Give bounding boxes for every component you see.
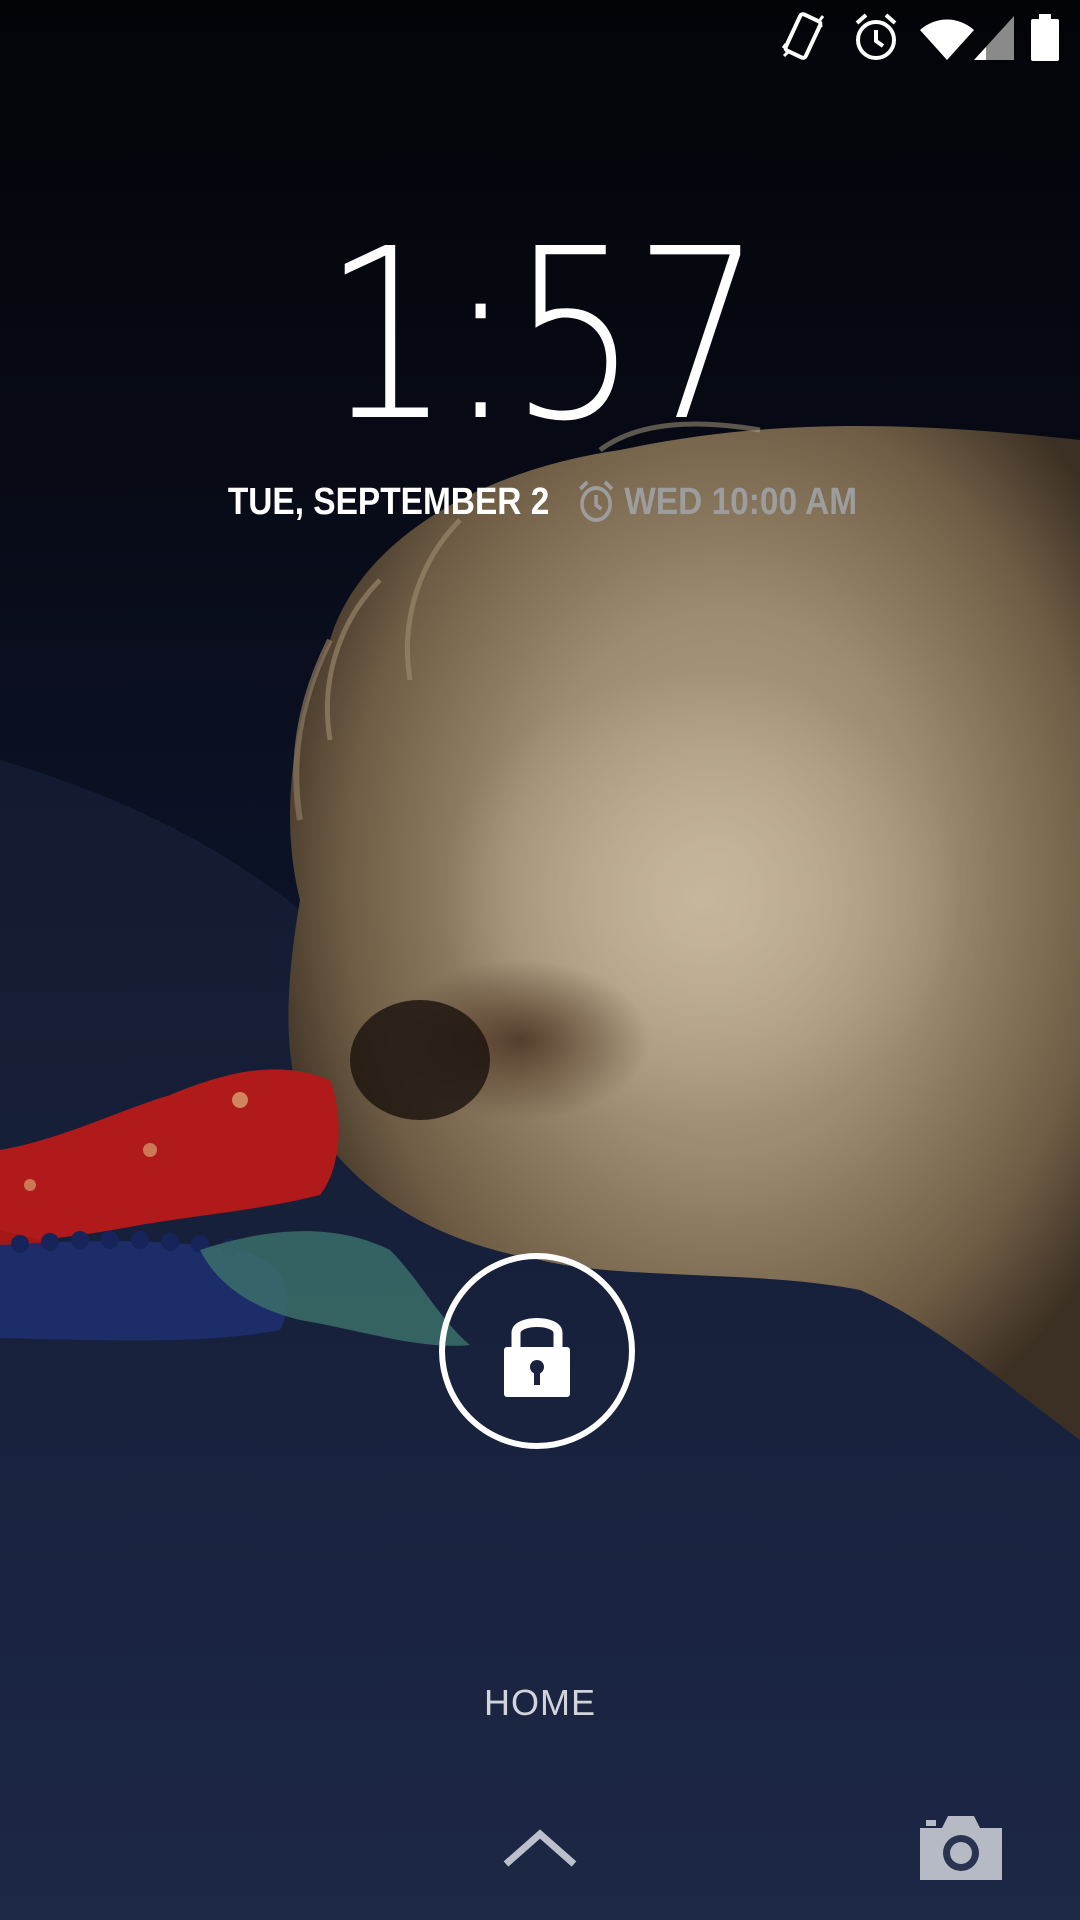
battery-icon — [1028, 10, 1062, 66]
camera-icon[interactable] — [918, 1812, 1004, 1882]
wifi-icon — [918, 10, 976, 66]
clock-time: 1:57 — [322, 198, 762, 473]
cellular-signal-icon — [972, 10, 1016, 66]
vibrate-icon — [782, 10, 826, 66]
lock-screen: 1:57 TUE, SEPTEMBER 2 WED 10:00 AM HOME — [0, 0, 1080, 1920]
swipe-up-chevron-icon[interactable] — [500, 1826, 580, 1870]
date-alarm-row: TUE, SEPTEMBER 2 WED 10:00 AM — [0, 476, 1080, 528]
alarm-icon — [852, 10, 900, 66]
alarm-clock-icon — [575, 478, 617, 526]
date-label: TUE, SEPTEMBER 2 — [227, 480, 550, 523]
status-bar — [0, 0, 1080, 76]
next-alarm: WED 10:00 AM — [575, 478, 857, 526]
carrier-label: HOME — [484, 1682, 596, 1723]
next-alarm-label: WED 10:00 AM — [624, 480, 858, 523]
unlock-handle[interactable] — [439, 1253, 635, 1449]
lock-icon — [498, 1303, 576, 1399]
